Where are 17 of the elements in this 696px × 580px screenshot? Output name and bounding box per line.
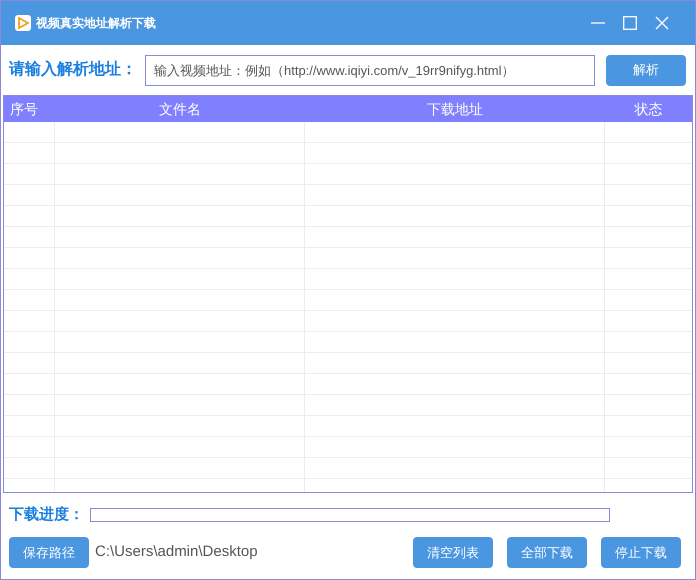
save-path: C:\Users\admin\Desktop bbox=[95, 542, 258, 562]
column-header[interactable]: 状态 bbox=[634, 98, 662, 120]
url-label: 请输入解析地址： bbox=[9, 59, 137, 80]
action-button[interactable]: 全部下载 bbox=[507, 537, 587, 568]
action-button[interactable]: 清空列表 bbox=[413, 537, 493, 568]
column-header[interactable]: 下载地址 bbox=[427, 98, 483, 120]
action-button[interactable]: 停止下载 bbox=[601, 537, 681, 568]
save-path-button[interactable]: 保存路径 bbox=[9, 537, 89, 568]
parse-button[interactable]: 解析 bbox=[606, 54, 686, 86]
close-icon[interactable] bbox=[655, 16, 669, 30]
maximize-icon[interactable] bbox=[623, 16, 637, 30]
play-icon bbox=[15, 15, 31, 31]
window-title: 视频真实地址解析下载 bbox=[36, 15, 156, 32]
column-header[interactable]: 文件名 bbox=[159, 98, 201, 120]
url-field[interactable]: 输入视频地址：例如（http://www.iqiyi.com/v_19rr9nifyg.html） bbox=[145, 54, 595, 86]
column-header[interactable]: 序号 bbox=[10, 98, 38, 120]
progress-label: 下载进度： bbox=[9, 504, 84, 525]
